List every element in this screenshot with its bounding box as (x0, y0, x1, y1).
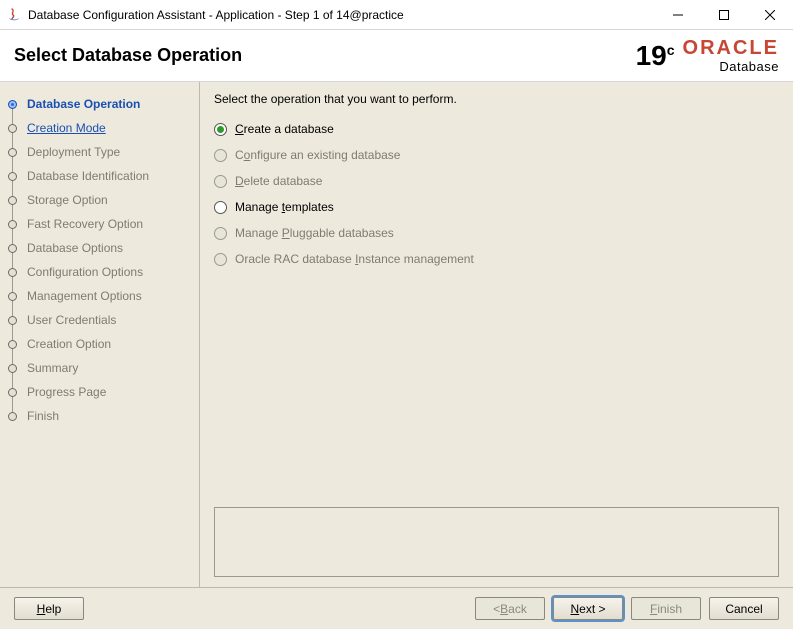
step-label: Finish (27, 409, 59, 423)
sidebar-step: Finish (0, 404, 199, 428)
maximize-button[interactable] (701, 0, 747, 29)
sidebar-step: User Credentials (0, 308, 199, 332)
sidebar-step: Configuration Options (0, 260, 199, 284)
step-label: Progress Page (27, 385, 106, 399)
step-dot-icon (8, 196, 17, 205)
radio-label: Oracle RAC database Instance management (235, 252, 474, 266)
footer: Help < Back Next > Finish Cancel (0, 587, 793, 629)
radio-label: Delete database (235, 174, 322, 188)
step-dot-icon (8, 220, 17, 229)
header: Select Database Operation 19c ORACLE Dat… (0, 30, 793, 82)
step-label: Database Operation (27, 97, 140, 111)
sidebar-step: Creation Option (0, 332, 199, 356)
step-label: Configuration Options (27, 265, 143, 279)
step-dot-icon (8, 148, 17, 157)
sidebar-step: Progress Page (0, 380, 199, 404)
step-dot-icon (8, 316, 17, 325)
step-label: User Credentials (27, 313, 116, 327)
step-dot-icon (8, 244, 17, 253)
step-label: Database Options (27, 241, 123, 255)
step-label: Database Identification (27, 169, 149, 183)
sidebar-step: Fast Recovery Option (0, 212, 199, 236)
radio-icon[interactable] (214, 123, 227, 136)
page-title: Select Database Operation (14, 45, 242, 66)
operation-radio-row[interactable]: Create a database (214, 122, 779, 136)
sidebar: Database Operation Creation Mode Deploymen… (0, 82, 200, 587)
sidebar-step: Database Options (0, 236, 199, 260)
brand-name: ORACLE (683, 38, 779, 58)
content: Database Operation Creation Mode Deploymen… (0, 82, 793, 587)
step-label: Management Options (27, 289, 142, 303)
finish-button: Finish (631, 597, 701, 620)
sidebar-step: Management Options (0, 284, 199, 308)
step-label: Fast Recovery Option (27, 217, 143, 231)
operation-radio-row: Oracle RAC database Instance management (214, 252, 779, 266)
step-label: Storage Option (27, 193, 108, 207)
radio-icon[interactable] (214, 201, 227, 214)
minimize-button[interactable] (655, 0, 701, 29)
main-panel: Select the operation that you want to pe… (200, 82, 793, 587)
brand-version: 19 (636, 42, 667, 70)
sidebar-step: Database Operation (0, 92, 199, 116)
sidebar-step: Deployment Type (0, 140, 199, 164)
operation-radio-row: Manage Pluggable databases (214, 226, 779, 240)
radio-icon (214, 227, 227, 240)
radio-label: Manage Pluggable databases (235, 226, 394, 240)
step-dot-icon (8, 340, 17, 349)
message-area (214, 507, 779, 577)
step-dot-icon (8, 124, 17, 133)
titlebar: Database Configuration Assistant - Appli… (0, 0, 793, 30)
operation-radio-row: Delete database (214, 174, 779, 188)
brand-logo: 19c ORACLE Database (636, 38, 779, 73)
cancel-button[interactable]: Cancel (709, 597, 779, 620)
radio-label: Create a database (235, 122, 334, 136)
step-label: Creation Option (27, 337, 111, 351)
sidebar-step: Summary (0, 356, 199, 380)
radio-label: Configure an existing database (235, 148, 400, 162)
step-dot-icon (8, 364, 17, 373)
radio-icon (214, 253, 227, 266)
window-title: Database Configuration Assistant - Appli… (28, 8, 655, 22)
step-label: Summary (27, 361, 78, 375)
window-controls (655, 0, 793, 29)
operation-radio-row[interactable]: Manage templates (214, 200, 779, 214)
step-dot-icon (8, 412, 17, 421)
step-label: Deployment Type (27, 145, 120, 159)
step-label: Creation Mode (27, 121, 106, 135)
next-button[interactable]: Next > (553, 597, 623, 620)
brand-sub: Database (719, 60, 779, 73)
back-button: < Back (475, 597, 545, 620)
sidebar-step: Storage Option (0, 188, 199, 212)
step-dot-icon (8, 172, 17, 181)
step-dot-icon (8, 100, 17, 109)
operation-options: Create a database Configure an existing d… (214, 122, 779, 266)
instruction-text: Select the operation that you want to pe… (214, 92, 779, 106)
sidebar-step[interactable]: Creation Mode (0, 116, 199, 140)
brand-version-sup: c (667, 43, 675, 57)
radio-icon (214, 149, 227, 162)
operation-radio-row: Configure an existing database (214, 148, 779, 162)
radio-icon (214, 175, 227, 188)
java-icon (6, 7, 22, 23)
step-dot-icon (8, 388, 17, 397)
close-button[interactable] (747, 0, 793, 29)
radio-label: Manage templates (235, 200, 334, 214)
sidebar-step: Database Identification (0, 164, 199, 188)
step-dot-icon (8, 292, 17, 301)
help-button[interactable]: Help (14, 597, 84, 620)
step-dot-icon (8, 268, 17, 277)
